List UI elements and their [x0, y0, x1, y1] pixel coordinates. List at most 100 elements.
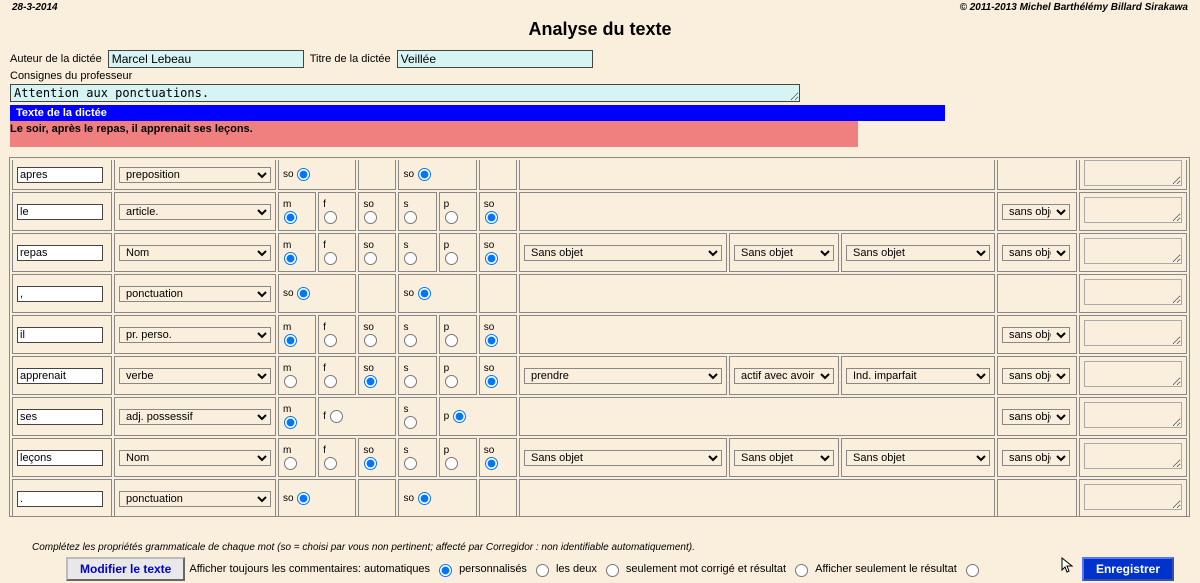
extra-cell	[997, 160, 1077, 190]
dropdown[interactable]: sans obje	[1002, 327, 1070, 343]
so-radio[interactable]	[418, 168, 431, 181]
dropdown[interactable]: Sans objet	[524, 450, 722, 466]
m-radio[interactable]	[284, 375, 297, 388]
radio-cell-m: m	[278, 192, 316, 231]
comments-pers-radio[interactable]	[536, 564, 549, 577]
dropdown[interactable]: Sans objet	[524, 245, 722, 261]
m-radio[interactable]	[284, 211, 297, 224]
word-input[interactable]	[17, 450, 103, 466]
comment-textarea[interactable]	[1084, 279, 1182, 305]
comments-res-radio[interactable]	[966, 564, 979, 577]
so-radio[interactable]	[485, 252, 498, 265]
p-radio[interactable]	[445, 457, 458, 470]
dropdown[interactable]: preposition	[119, 167, 271, 183]
s-radio[interactable]	[404, 334, 417, 347]
save-button[interactable]: Enregistrer	[1082, 557, 1174, 581]
comments-both-radio[interactable]	[606, 564, 619, 577]
f-radio[interactable]	[330, 410, 343, 423]
dropdown[interactable]: sans obje	[1002, 245, 1070, 261]
dropdown[interactable]: adj. possessif	[119, 409, 271, 425]
radio-cell-so: so	[358, 438, 396, 477]
dropdown[interactable]: verbe	[119, 368, 271, 384]
s-radio[interactable]	[404, 375, 417, 388]
word-input[interactable]	[17, 327, 103, 343]
dropdown[interactable]: sans obje	[1002, 204, 1070, 220]
f-radio[interactable]	[324, 211, 337, 224]
word-cell	[12, 315, 112, 354]
dropdown[interactable]: Nom	[119, 245, 271, 261]
f-radio[interactable]	[324, 457, 337, 470]
comment-textarea[interactable]	[1084, 238, 1182, 264]
dropdown[interactable]: article.	[119, 204, 271, 220]
word-input[interactable]	[17, 204, 103, 220]
word-input[interactable]	[17, 245, 103, 261]
dropdown[interactable]: sans obje	[1002, 450, 1070, 466]
comment-textarea[interactable]	[1084, 320, 1182, 346]
so-radio[interactable]	[364, 211, 377, 224]
word-input[interactable]	[17, 409, 103, 425]
instructions-textarea[interactable]	[10, 84, 800, 102]
comment-textarea[interactable]	[1084, 484, 1182, 510]
dropdown[interactable]: Ind. imparfait	[846, 368, 990, 384]
dropdown[interactable]: Sans objet	[734, 245, 834, 261]
p-radio[interactable]	[445, 334, 458, 347]
so-radio[interactable]	[297, 168, 310, 181]
word-input[interactable]	[17, 491, 103, 507]
dropdown[interactable]: sans obje	[1002, 409, 1070, 425]
so-radio[interactable]	[364, 334, 377, 347]
so-radio[interactable]	[364, 375, 377, 388]
p-radio[interactable]	[453, 410, 466, 423]
comment-textarea[interactable]	[1084, 402, 1182, 428]
p-radio[interactable]	[445, 375, 458, 388]
m-radio[interactable]	[284, 457, 297, 470]
so-radio[interactable]	[297, 492, 310, 505]
dictation-title-input[interactable]	[397, 50, 593, 68]
word-input[interactable]	[17, 286, 103, 302]
dropdown[interactable]: prendre	[524, 368, 722, 384]
empty	[358, 479, 396, 517]
comments-corr-radio[interactable]	[795, 564, 808, 577]
author-input[interactable]	[108, 50, 304, 68]
so-radio[interactable]	[418, 287, 431, 300]
comments-auto-radio[interactable]	[439, 564, 452, 577]
grammar-grid-scroll[interactable]: preposition so so article.mfsospsosans o…	[9, 157, 1190, 517]
m-radio[interactable]	[284, 252, 297, 265]
s-radio[interactable]	[404, 416, 417, 429]
p-radio[interactable]	[445, 211, 458, 224]
so-radio[interactable]	[485, 457, 498, 470]
m-radio[interactable]	[284, 334, 297, 347]
so-radio[interactable]	[364, 252, 377, 265]
radio-cell-s: s	[398, 438, 436, 477]
dropdown[interactable]: Sans objet	[734, 450, 834, 466]
so-radio[interactable]	[418, 492, 431, 505]
dropdown[interactable]: Sans objet	[846, 245, 990, 261]
s-radio[interactable]	[404, 252, 417, 265]
dropdown[interactable]: actif avec avoir	[734, 368, 834, 384]
f-radio[interactable]	[324, 252, 337, 265]
s-radio[interactable]	[404, 211, 417, 224]
f-radio[interactable]	[324, 375, 337, 388]
comment-textarea[interactable]	[1084, 197, 1182, 223]
comment-textarea[interactable]	[1084, 443, 1182, 469]
so-radio[interactable]	[485, 375, 498, 388]
dropdown[interactable]: pr. perso.	[119, 327, 271, 343]
word-input[interactable]	[17, 167, 103, 183]
modify-text-button[interactable]: Modifier le texte	[66, 557, 185, 581]
f-radio[interactable]	[324, 334, 337, 347]
dropdown[interactable]: Sans objet	[846, 450, 990, 466]
so-radio[interactable]	[297, 287, 310, 300]
so-radio[interactable]	[364, 457, 377, 470]
dropdown[interactable]: ponctuation	[119, 491, 271, 507]
dropdown[interactable]: ponctuation	[119, 286, 271, 302]
comment-textarea[interactable]	[1084, 160, 1182, 186]
dropdown[interactable]: Nom	[119, 450, 271, 466]
p-radio[interactable]	[445, 252, 458, 265]
comment-textarea[interactable]	[1084, 361, 1182, 387]
so-radio[interactable]	[485, 334, 498, 347]
cat-cell: ponctuation	[114, 274, 276, 313]
so-radio[interactable]	[485, 211, 498, 224]
word-input[interactable]	[17, 368, 103, 384]
dropdown[interactable]: sans obje	[1002, 368, 1070, 384]
s-radio[interactable]	[404, 457, 417, 470]
m-radio[interactable]	[284, 416, 297, 429]
